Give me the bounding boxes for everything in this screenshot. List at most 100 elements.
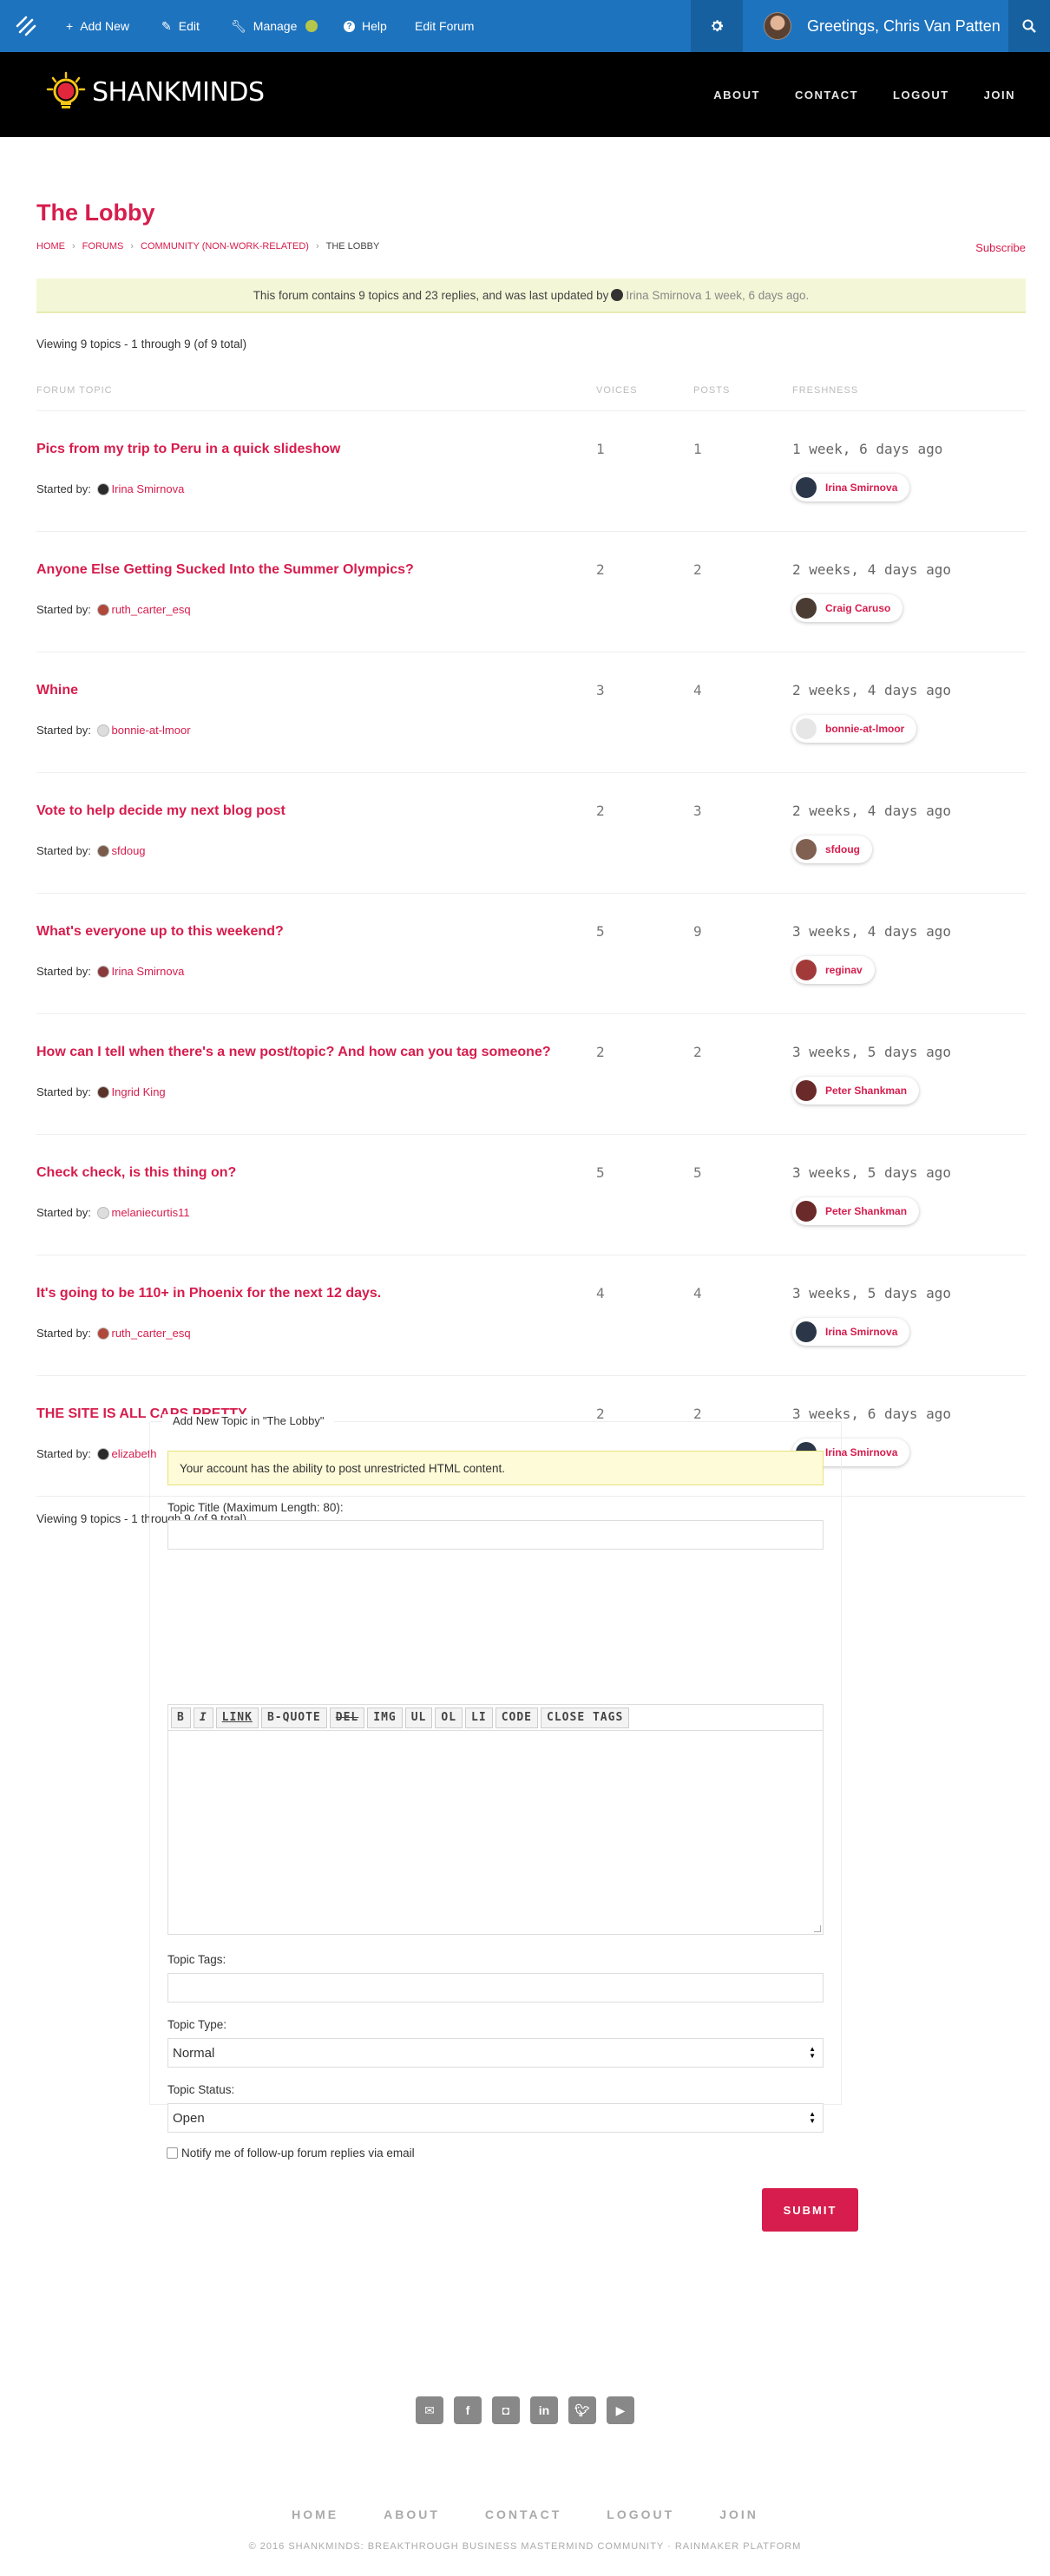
submit-button[interactable]: SUBMIT [762, 2188, 858, 2232]
notice-user-link[interactable]: Irina Smirnova [626, 289, 701, 302]
site-logo[interactable]: SHANKMINDS [45, 71, 265, 113]
instagram-icon[interactable]: ◘ [492, 2396, 520, 2424]
link-button[interactable]: LINK [215, 1707, 259, 1728]
forum-info-notice: This forum contains 9 topics and 23 repl… [36, 279, 1026, 313]
topic-title-link[interactable]: How can I tell when there's a new post/t… [36, 1045, 551, 1060]
breadcrumb: HOME › FORUMS › COMMUNITY (NON-WORK-RELA… [36, 241, 379, 252]
footer-nav-join[interactable]: JOIN [719, 2507, 758, 2521]
account-menu[interactable]: Greetings, Chris Van Patten [745, 0, 1008, 52]
topic-title-link[interactable]: Anyone Else Getting Sucked Into the Summ… [36, 562, 414, 578]
topic-author-link[interactable]: melaniecurtis11 [112, 1206, 190, 1219]
edit-menu[interactable]: ✎ Edit [161, 0, 200, 52]
last-poster-badge[interactable]: sfdoug [792, 836, 872, 863]
avatar [96, 724, 109, 737]
notify-checkbox-row[interactable]: Notify me of follow-up forum replies via… [167, 2147, 415, 2160]
topic-freshness-link[interactable]: 1 week, 6 days ago [792, 441, 942, 457]
admin-bar: + Add New ✎ Edit 🔧︎ Manage ? Help Edit Forum… [0, 0, 1050, 52]
breadcrumb-home[interactable]: HOME [36, 241, 65, 252]
footer-nav-about[interactable]: ABOUT [384, 2507, 440, 2521]
started-by-label: Started by: [36, 1447, 91, 1460]
topic-freshness-link[interactable]: 2 weeks, 4 days ago [792, 561, 951, 578]
topic-status-select[interactable]: Open ▲ ▼ [167, 2103, 824, 2133]
footer-nav-contact[interactable]: CONTACT [485, 2507, 561, 2521]
nav-join[interactable]: JOIN [984, 88, 1015, 102]
youtube-icon[interactable]: ▶ [607, 2396, 634, 2424]
topic-title-link[interactable]: Check check, is this thing on? [36, 1165, 236, 1181]
code-button[interactable]: CODE [495, 1707, 539, 1728]
last-poster-badge[interactable]: reginav [792, 956, 875, 984]
topic-freshness-link[interactable]: 3 weeks, 5 days ago [792, 1164, 951, 1181]
topic-title-link[interactable]: What's everyone up to this weekend? [36, 924, 284, 940]
blockquote-button[interactable]: B-QUOTE [260, 1707, 327, 1728]
email-icon[interactable]: ✉ [416, 2396, 443, 2424]
avatar [96, 844, 109, 857]
nav-about[interactable]: ABOUT [713, 88, 760, 102]
topic-freshness-link[interactable]: 3 weeks, 6 days ago [792, 1406, 951, 1422]
last-poster-name: Craig Caruso [825, 602, 891, 614]
topic-author-link[interactable]: Irina Smirnova [112, 965, 185, 978]
settings-button[interactable] [691, 0, 743, 52]
page-title: The Lobby [36, 200, 155, 226]
edit-forum-link[interactable]: Edit Forum [415, 0, 474, 52]
last-poster-badge[interactable]: Craig Caruso [792, 594, 903, 622]
img-button[interactable]: IMG [367, 1707, 403, 1728]
topic-freshness-link[interactable]: 3 weeks, 4 days ago [792, 923, 951, 940]
topics-table-header: FORUM TOPIC VOICES POSTS FRESHNESS [36, 380, 1026, 411]
help-menu[interactable]: ? Help [344, 0, 387, 52]
started-by-label: Started by: [36, 965, 91, 978]
topic-author-link[interactable]: bonnie-at-lmoor [112, 724, 191, 737]
add-new-menu[interactable]: + Add New [66, 0, 129, 52]
topic-title-link[interactable]: Vote to help decide my next blog post [36, 803, 285, 819]
topic-freshness-link[interactable]: 3 weeks, 5 days ago [792, 1285, 951, 1301]
topic-title-input[interactable] [167, 1520, 824, 1550]
close-tags-button[interactable]: CLOSE TAGS [541, 1707, 630, 1728]
li-button[interactable]: LI [465, 1707, 493, 1728]
avatar [96, 1085, 109, 1098]
breadcrumb-forums[interactable]: FORUMS [82, 241, 124, 252]
linkedin-icon[interactable]: in [530, 2396, 558, 2424]
topic-title-link[interactable]: It's going to be 110+ in Phoenix for the… [36, 1286, 381, 1301]
breadcrumb-community[interactable]: COMMUNITY (NON-WORK-RELATED) [141, 241, 309, 252]
nav-contact[interactable]: CONTACT [795, 88, 858, 102]
last-poster-badge[interactable]: Irina Smirnova [792, 1318, 910, 1346]
topic-title-link[interactable]: Whine [36, 683, 78, 698]
topic-voices: 4 [596, 1285, 605, 1301]
started-by-label: Started by: [36, 1085, 91, 1098]
notify-checkbox[interactable] [167, 2147, 178, 2159]
rainmaker-logo-icon[interactable] [0, 0, 52, 52]
topic-author-link[interactable]: Irina Smirnova [112, 482, 185, 495]
bold-button[interactable]: B [171, 1707, 191, 1728]
avatar [796, 598, 817, 619]
topic-content-textarea[interactable] [167, 1730, 824, 1935]
topic-type-select[interactable]: Normal ▲ ▼ [167, 2038, 824, 2068]
topic-freshness-link[interactable]: 2 weeks, 4 days ago [792, 803, 951, 819]
manage-menu[interactable]: 🔧︎ Manage [231, 0, 318, 52]
notice-time-link[interactable]: 1 week, 6 days ago. [705, 289, 809, 302]
last-poster-badge[interactable]: Peter Shankman [792, 1077, 920, 1104]
last-poster-badge[interactable]: bonnie-at-lmoor [792, 715, 917, 743]
italic-button[interactable]: I [193, 1707, 213, 1728]
started-by-label: Started by: [36, 603, 91, 616]
last-poster-badge[interactable]: Peter Shankman [792, 1197, 920, 1225]
topic-freshness-link[interactable]: 2 weeks, 4 days ago [792, 682, 951, 698]
subscribe-link[interactable]: Subscribe [975, 241, 1026, 254]
del-button[interactable]: DEL [329, 1707, 365, 1728]
topic-author-link[interactable]: ruth_carter_esq [112, 1327, 191, 1340]
topic-title-link[interactable]: Pics from my trip to Peru in a quick sli… [36, 442, 340, 457]
topic-author-link[interactable]: ruth_carter_esq [112, 603, 191, 616]
ul-button[interactable]: UL [404, 1707, 433, 1728]
resize-handle-icon[interactable] [814, 1925, 821, 1932]
nav-logout[interactable]: LOGOUT [893, 88, 949, 102]
topic-tags-input[interactable] [167, 1973, 824, 2002]
footer-nav-home[interactable]: HOME [292, 2507, 338, 2521]
topic-author-link[interactable]: sfdoug [112, 844, 146, 857]
twitter-icon[interactable]: 🐦︎ [568, 2396, 596, 2424]
facebook-icon[interactable]: f [454, 2396, 482, 2424]
col-posts: POSTS [693, 385, 731, 396]
last-poster-badge[interactable]: Irina Smirnova [792, 474, 910, 501]
search-button[interactable] [1008, 0, 1050, 52]
topic-author-link[interactable]: Ingrid King [112, 1085, 166, 1098]
footer-nav-logout[interactable]: LOGOUT [607, 2507, 674, 2521]
topic-freshness-link[interactable]: 3 weeks, 5 days ago [792, 1044, 951, 1060]
ol-button[interactable]: OL [435, 1707, 463, 1728]
